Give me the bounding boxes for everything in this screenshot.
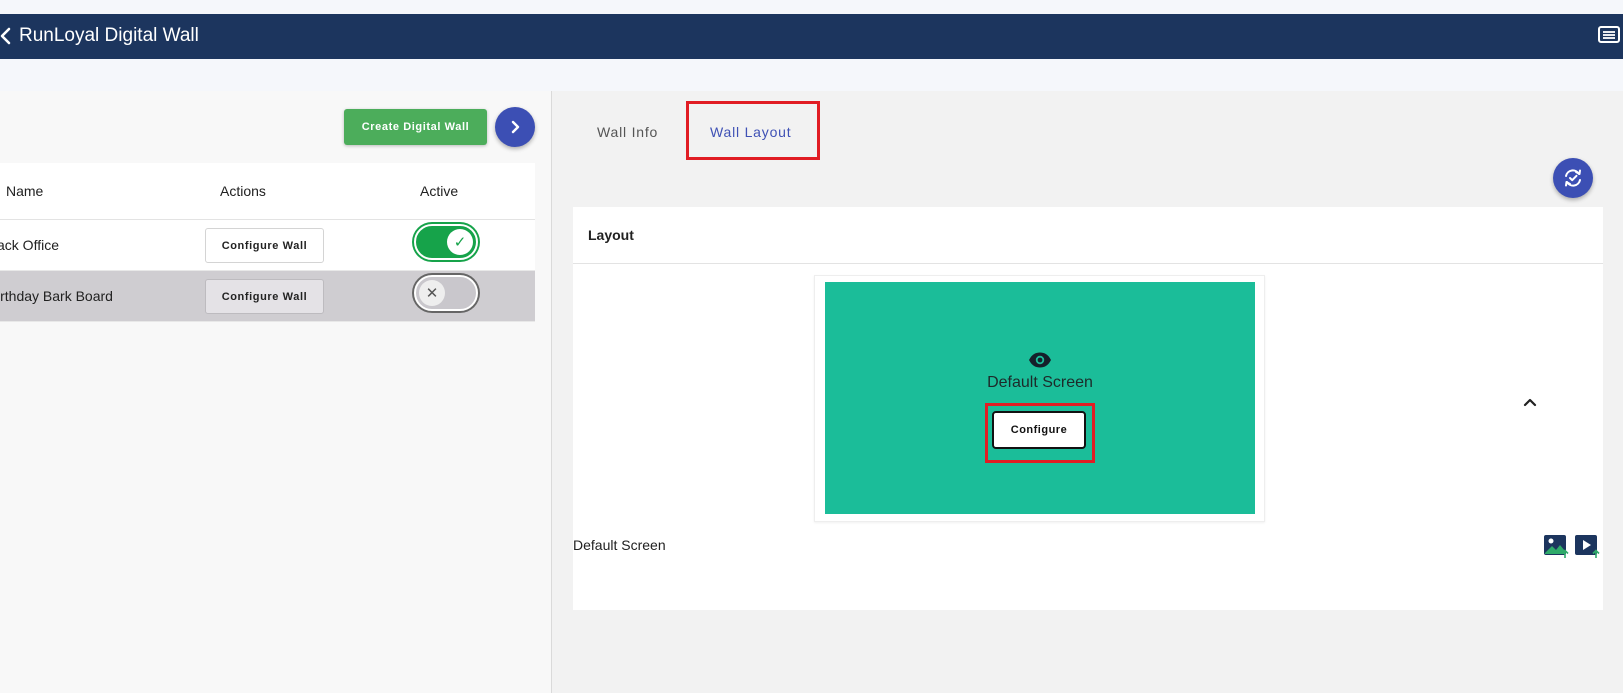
column-name: Name: [6, 183, 44, 199]
close-icon: ✕: [419, 280, 445, 306]
check-icon: ✓: [447, 229, 473, 255]
table-row[interactable]: irthday Bark Board Configure Wall ✕: [0, 271, 535, 322]
table-header: Name Actions Active: [0, 163, 535, 220]
tab-highlight-box: [686, 101, 820, 160]
default-screen-preview[interactable]: Default Screen Configure: [825, 282, 1255, 514]
layout-section-title: Layout: [588, 227, 634, 243]
configure-wall-button[interactable]: Configure Wall: [205, 279, 324, 314]
tab-wall-info[interactable]: Wall Info: [597, 124, 658, 140]
next-button[interactable]: [495, 107, 535, 147]
refresh-button[interactable]: [1553, 158, 1593, 198]
chevron-right-icon: [511, 120, 520, 134]
create-digital-wall-button[interactable]: Create Digital Wall: [344, 109, 487, 145]
page-title: RunLoyal Digital Wall: [19, 25, 199, 46]
active-toggle[interactable]: ✓: [414, 224, 478, 260]
chevron-left-icon[interactable]: [0, 26, 16, 46]
refresh-check-icon: [1565, 169, 1581, 187]
screen-frame: Default Screen Configure: [814, 275, 1265, 522]
walls-table: Name Actions Active ack Office Configure…: [0, 163, 535, 322]
app-header: RunLoyal Digital Wall: [0, 14, 1623, 59]
screen-label: Default Screen: [987, 374, 1093, 391]
column-actions: Actions: [220, 183, 266, 199]
chevron-up-icon[interactable]: [1520, 392, 1540, 412]
screen-caption: Default Screen: [573, 537, 666, 553]
video-upload-icon[interactable]: [1574, 533, 1600, 559]
column-active: Active: [420, 183, 459, 199]
wall-name: ack Office: [0, 237, 59, 253]
list-menu-icon[interactable]: [1597, 24, 1621, 48]
image-upload-icon[interactable]: [1543, 533, 1569, 559]
wall-name: irthday Bark Board: [0, 288, 113, 304]
layout-card: Layout Default Screen Configure Default …: [573, 207, 1603, 610]
active-toggle[interactable]: ✕: [414, 275, 478, 311]
configure-wall-button[interactable]: Configure Wall: [205, 228, 324, 263]
top-band: [0, 0, 1623, 14]
table-row[interactable]: ack Office Configure Wall ✓: [0, 220, 535, 271]
layout-divider: [573, 263, 1603, 264]
eye-icon[interactable]: [1028, 348, 1052, 372]
configure-button[interactable]: Configure: [992, 411, 1086, 449]
